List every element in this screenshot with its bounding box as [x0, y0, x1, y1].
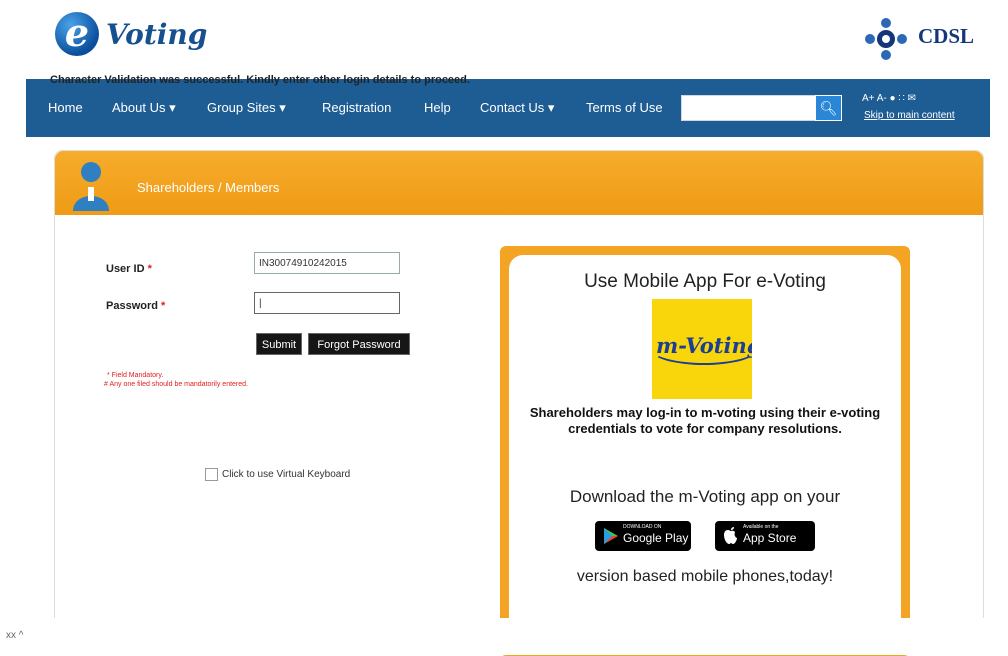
nav-terms[interactable]: Terms of Use — [586, 79, 663, 137]
app-store-button[interactable]: Available on the App Store — [715, 521, 815, 551]
mobile-app-promo: Use Mobile App For e-Voting m-Voting Sha… — [500, 246, 910, 656]
app-store-label: App Store — [743, 531, 797, 545]
google-play-small-text: DOWNLOAD ON — [623, 524, 662, 530]
m-voting-logo: m-Voting — [652, 299, 752, 399]
nav-home[interactable]: Home — [48, 79, 83, 137]
nav-help[interactable]: Help — [424, 79, 451, 137]
field-mandatory-note: * Field Mandatory. — [107, 372, 164, 379]
app-download-text: Download the m-Voting app on your — [569, 487, 841, 506]
app-store-small-text: Available on the — [743, 524, 779, 530]
status-bar-text: xx ^ — [6, 630, 24, 641]
app-promo-title: Use Mobile App For e-Voting — [584, 271, 826, 292]
m-voting-logo-text: m-Voting — [656, 333, 752, 358]
search-icon[interactable]: 🔍︎ — [815, 95, 842, 121]
app-promo-description: Shareholders may log-in to m-voting usin… — [529, 405, 881, 436]
mobile-app-card: Use Mobile App For e-Voting m-Voting Sha… — [509, 255, 901, 647]
userid-field[interactable]: IN30074910242015 — [254, 252, 400, 274]
skip-to-content-link[interactable]: Skip to main content — [864, 110, 955, 121]
nav-group-sites[interactable]: Group Sites ▾ — [207, 79, 286, 137]
search-input[interactable] — [681, 95, 823, 121]
virtual-keyboard-label[interactable]: Click to use Virtual Keyboard — [222, 469, 350, 480]
password-label: Password * — [106, 300, 166, 312]
cdsl-label: CDSL — [918, 24, 975, 48]
panel-header: Shareholders / Members — [55, 151, 983, 215]
google-play-button[interactable]: DOWNLOAD ON Google Play — [595, 521, 691, 551]
submit-button[interactable]: Submit — [256, 333, 302, 355]
evoting-logo-icon[interactable]: e — [55, 12, 99, 56]
accessibility-icons[interactable]: A+ A- ● ∷ ✉ — [862, 93, 916, 104]
evoting-logo-text[interactable]: Voting — [106, 18, 207, 51]
panel-title: Shareholders / Members — [137, 180, 280, 195]
app-version-text: version based mobile phones,today! — [576, 568, 834, 585]
nav-registration[interactable]: Registration — [322, 79, 391, 137]
cdsl-logo-icon — [865, 18, 907, 60]
password-field[interactable]: | — [254, 292, 400, 314]
apple-icon — [724, 527, 737, 544]
bottom-bar — [0, 618, 1008, 655]
virtual-keyboard-checkbox[interactable] — [205, 468, 218, 481]
one-field-mandatory-note: # Any one filed should be mandatorily en… — [104, 381, 248, 388]
nav-about-us[interactable]: About Us ▾ — [112, 79, 176, 137]
userid-label: User ID * — [106, 263, 152, 275]
header: e Voting CDSL — [0, 0, 1008, 76]
forgot-password-button[interactable]: Forgot Password — [308, 333, 410, 355]
validation-message: Character Validation was successful. Kin… — [50, 74, 470, 86]
nav-contact-us[interactable]: Contact Us ▾ — [480, 79, 554, 137]
main-navbar: Home About Us ▾ Group Sites ▾ Registrati… — [26, 79, 990, 137]
google-play-icon — [604, 528, 618, 544]
google-play-label: Google Play — [623, 531, 689, 545]
user-avatar-icon — [73, 162, 109, 211]
